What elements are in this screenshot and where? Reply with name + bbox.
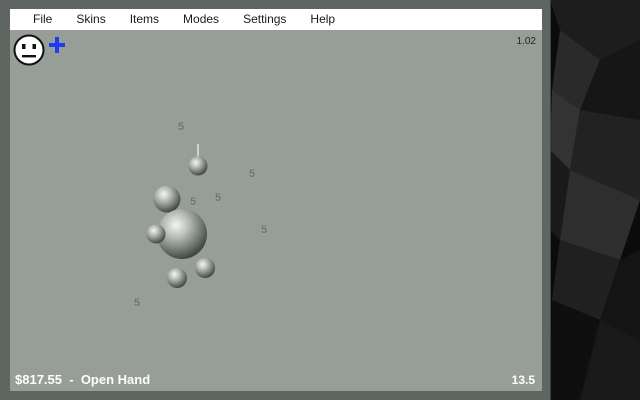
- menu-skins[interactable]: Skins: [64, 9, 117, 30]
- menu-items[interactable]: Items: [118, 9, 171, 30]
- ball[interactable]: [153, 185, 181, 213]
- status-separator: -: [69, 372, 74, 387]
- money-label: $817.55: [15, 372, 62, 387]
- menu-settings[interactable]: Settings: [231, 9, 298, 30]
- ball[interactable]: [188, 156, 208, 176]
- ball[interactable]: [146, 224, 166, 244]
- ball[interactable]: [195, 258, 215, 278]
- status-money-hand: $817.55 - Open Hand: [15, 372, 150, 387]
- playfield[interactable]: 1.02 5 5 5 5 5 5 $817.55 - Open Hand 13.…: [10, 30, 542, 391]
- menu-modes[interactable]: Modes: [171, 9, 231, 30]
- ball[interactable]: [167, 268, 187, 288]
- ball-cluster: [146, 144, 215, 288]
- timer-label: 13.5: [511, 373, 535, 387]
- menu-file[interactable]: File: [10, 9, 64, 30]
- game-window: File Skins Items Modes Settings Help 1.0…: [0, 0, 550, 400]
- hand-mode-label: Open Hand: [80, 372, 151, 387]
- game-screen: File Skins Items Modes Settings Help 1.0…: [0, 0, 640, 400]
- menu-help[interactable]: Help: [298, 9, 347, 30]
- menu-bar: File Skins Items Modes Settings Help: [10, 9, 542, 31]
